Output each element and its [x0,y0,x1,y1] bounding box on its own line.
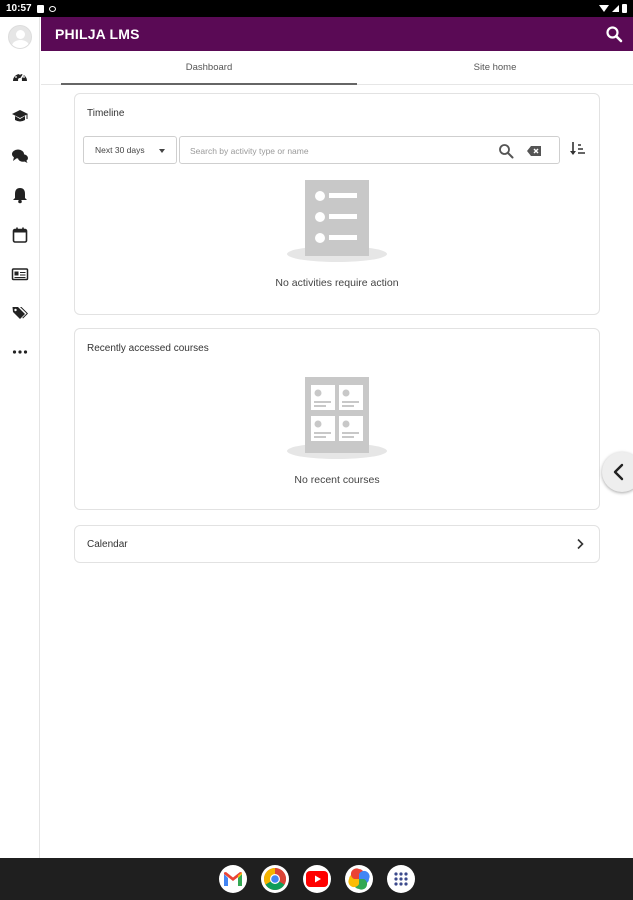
search-icon[interactable] [605,25,623,43]
sidebar-item-profile[interactable] [0,23,40,51]
empty-courses-illustration [287,377,387,459]
timeline-block: Timeline Next 30 days No activities requ [74,93,600,315]
page-title: PHILJA LMS [55,26,140,42]
status-bar: 10:57 [0,0,633,17]
app-drawer-icon [393,872,408,886]
search-icon[interactable] [498,143,514,159]
status-time: 10:57 [6,3,32,14]
dashboard-icon [13,73,27,82]
timeline-title: Timeline [87,108,125,119]
more-icon [12,350,28,354]
avatar [8,25,32,49]
wifi-icon [599,5,609,12]
gmail-app[interactable] [218,865,247,893]
empty-activities-illustration [287,180,387,262]
clear-search-icon[interactable] [526,145,542,157]
app-drawer[interactable] [386,865,415,893]
system-dock [0,858,633,900]
sidebar-item-tags[interactable] [0,299,40,327]
tab-dashboard[interactable]: Dashboard [61,51,357,85]
chevron-right-icon [577,538,584,550]
calendar-icon [12,227,28,243]
sidebar-item-notifications[interactable] [0,181,40,209]
chevron-down-icon [159,149,165,153]
signal-icon [612,5,619,12]
timeline-filter-select[interactable]: Next 30 days [83,136,177,164]
timeline-empty-message: No activities require action [275,277,399,289]
sidebar-item-calendar[interactable] [0,221,40,249]
youtube-icon [305,871,328,887]
recent-courses-title: Recently accessed courses [87,343,209,354]
sidebar-item-more[interactable] [0,338,40,366]
sidebar-item-badges[interactable] [0,260,40,288]
tags-icon [12,307,28,319]
tab-bar: Dashboard Site home [41,51,633,85]
side-navigation [0,17,40,858]
photos-icon [347,868,370,890]
calendar-title: Calendar [87,539,128,550]
timeline-search-input[interactable] [190,142,480,160]
gmail-icon [223,872,242,886]
open-side-panel-button[interactable] [602,452,633,492]
bell-icon [13,188,27,204]
photos-app[interactable] [344,865,373,893]
app-header: PHILJA LMS [41,17,633,51]
sidebar-item-courses[interactable] [0,102,40,130]
notification-icon-2 [48,5,56,12]
recent-courses-block: Recently accessed courses No recent cour… [74,328,600,510]
messages-icon [12,149,28,163]
sidebar-item-dashboard[interactable] [0,63,40,91]
sort-icon[interactable] [569,140,587,158]
tab-site-home[interactable]: Site home [357,51,633,84]
chevron-left-icon [613,463,624,481]
battery-icon [622,4,627,13]
youtube-app[interactable] [302,865,331,893]
chrome-app[interactable] [260,865,289,893]
timeline-filter-value: Next 30 days [95,145,145,155]
id-card-icon [11,268,29,281]
graduation-cap-icon [12,110,28,122]
timeline-search-box [179,136,560,164]
notification-icon [36,4,44,13]
chrome-icon [263,868,286,890]
sidebar-item-messages[interactable] [0,142,40,170]
calendar-block[interactable]: Calendar [74,525,600,563]
recent-courses-empty-message: No recent courses [294,474,380,486]
